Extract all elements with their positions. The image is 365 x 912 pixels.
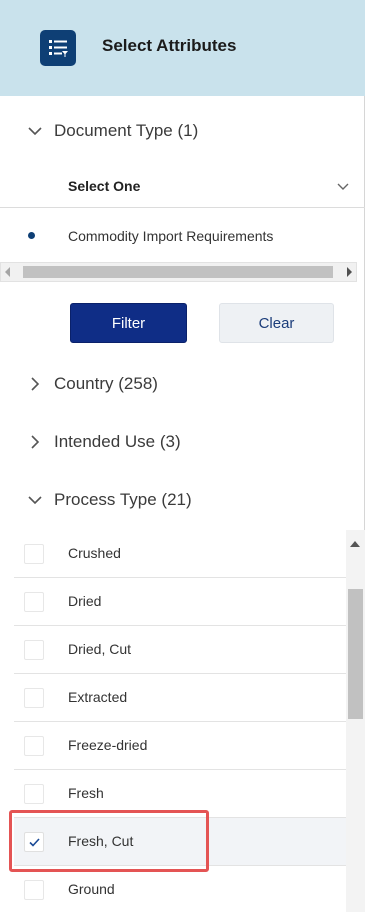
document-type-select[interactable]: Select One — [0, 164, 365, 208]
process-type-item[interactable]: Freeze-dried — [14, 722, 346, 770]
process-type-item[interactable]: Crushed — [14, 530, 346, 578]
section-intended-use[interactable]: Intended Use (3) — [26, 429, 181, 455]
scroll-right-icon[interactable] — [347, 267, 352, 277]
process-type-item-label: Dried — [68, 593, 102, 609]
chevron-down-icon — [337, 183, 349, 190]
process-type-item[interactable]: Ground — [14, 866, 346, 912]
panel-title: Select Attributes — [102, 36, 237, 55]
process-type-item[interactable]: Fresh — [14, 770, 346, 818]
section-process-type[interactable]: Process Type (21) — [26, 487, 192, 513]
section-label: Country (258) — [54, 374, 158, 393]
chevron-down-icon — [28, 127, 42, 136]
process-type-item[interactable]: Dried, Cut — [14, 626, 346, 674]
selected-option-label: Commodity Import Requirements — [68, 228, 274, 244]
checkbox[interactable] — [24, 736, 44, 756]
checkbox[interactable] — [24, 688, 44, 708]
vertical-scrollbar[interactable] — [346, 530, 365, 912]
list-filter-icon — [40, 30, 76, 66]
checkbox[interactable] — [24, 544, 44, 564]
checkbox[interactable] — [24, 640, 44, 660]
process-type-list: Crushed Dried Dried, Cut Extracted Freeze-dr… — [14, 530, 365, 912]
section-label: Process Type (21) — [54, 490, 192, 509]
scrollbar-thumb[interactable] — [23, 266, 333, 278]
section-label: Intended Use (3) — [54, 432, 181, 451]
checkbox-checked[interactable] — [24, 832, 44, 852]
chevron-right-icon — [31, 435, 40, 449]
process-type-item-label: Extracted — [68, 689, 128, 705]
select-attributes-panel: Select Attributes Document Type (1) Sele… — [0, 0, 365, 912]
checkbox[interactable] — [24, 784, 44, 804]
process-type-item-label: Fresh, Cut — [68, 833, 134, 849]
section-country[interactable]: Country (258) — [26, 371, 158, 397]
chevron-down-icon — [28, 496, 42, 505]
process-type-item[interactable]: Dried — [14, 578, 346, 626]
checkbox[interactable] — [24, 592, 44, 612]
scrollbar-thumb[interactable] — [348, 589, 363, 719]
scroll-up-icon[interactable] — [350, 541, 360, 547]
process-type-item-label: Crushed — [68, 545, 121, 561]
process-type-item-label: Dried, Cut — [68, 641, 132, 657]
chevron-right-icon — [31, 377, 40, 391]
process-type-item-label: Ground — [68, 881, 115, 897]
process-type-item[interactable]: Fresh, Cut — [14, 818, 346, 866]
process-type-item[interactable]: Extracted — [14, 674, 346, 722]
checkmark-icon — [29, 838, 40, 847]
select-label: Select One — [68, 178, 141, 194]
horizontal-scrollbar[interactable] — [0, 262, 357, 282]
panel-header: Select Attributes — [0, 0, 365, 96]
section-document-type[interactable]: Document Type (1) — [26, 118, 198, 144]
clear-button[interactable]: Clear — [219, 303, 334, 343]
scroll-left-icon[interactable] — [5, 267, 10, 277]
section-label: Document Type (1) — [54, 121, 199, 140]
process-type-item-label: Freeze-dried — [68, 737, 148, 753]
process-type-item-label: Fresh — [68, 785, 104, 801]
selected-option[interactable]: Commodity Import Requirements — [0, 216, 365, 254]
checkbox[interactable] — [24, 880, 44, 900]
bullet-icon — [28, 232, 35, 239]
filter-button[interactable]: Filter — [70, 303, 187, 343]
